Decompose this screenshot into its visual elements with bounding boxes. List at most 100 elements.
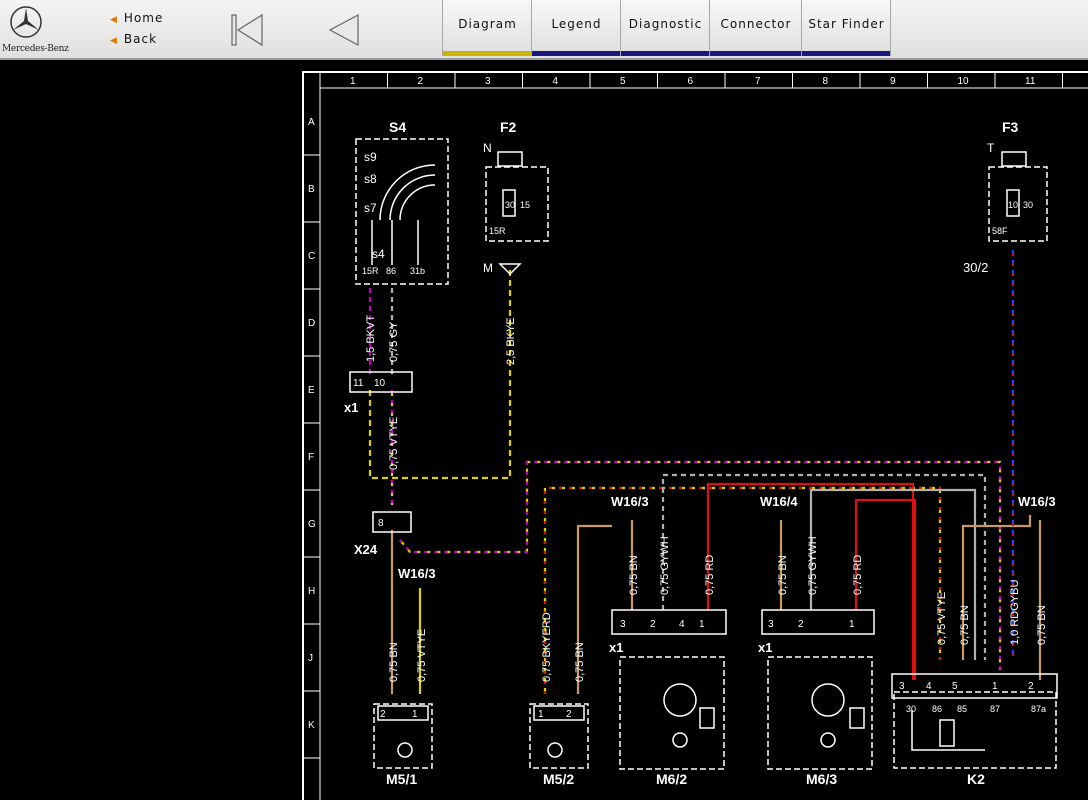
x24-label: X24 (354, 542, 378, 557)
home-label: Home (123, 11, 164, 25)
m6-3-pin: 3 (768, 619, 774, 630)
wire-label: 0,75 BN (628, 555, 640, 595)
wire-label: 0,75 BN (388, 642, 400, 682)
wiring-diagram[interactable]: 1 2 3 4 5 6 7 8 9 10 11 ABCDEFGHJK S4 s9… (0, 60, 1088, 800)
f2-pin-30: 30 (505, 200, 515, 210)
row-label: K (308, 720, 315, 731)
row-label: A (308, 117, 315, 128)
wire-label: 0,75 RD (852, 555, 864, 595)
motor-m6-2[interactable] (611, 609, 727, 770)
wire-label: 0,75 VTYE (388, 417, 400, 470)
motor-m6-3[interactable] (761, 609, 875, 770)
s4-pin-15r: 15R (362, 266, 379, 276)
column-label: 9 (890, 76, 896, 87)
x1-pin-10: 10 (374, 378, 386, 389)
tab-connector[interactable]: Connector (709, 0, 802, 56)
f2-pin-m: M (483, 261, 493, 275)
column-label: 6 (688, 76, 694, 87)
wire-label: 0,75 BN (959, 605, 971, 645)
tab-connector-label: Connector (720, 17, 792, 31)
f2-label: F2 (500, 119, 517, 135)
k2-terminal: 87a (1031, 704, 1046, 714)
w16-3-ground-label: W16/3 (1018, 494, 1056, 509)
m5-2-pin: 1 (538, 709, 544, 720)
wire-label: 1,5 BKVT (365, 315, 377, 362)
column-label: 10 (958, 76, 970, 87)
m6-2-pin: 3 (620, 619, 626, 630)
m5-1-pin: 1 (412, 709, 418, 720)
wire-label: 0,75 VTYE (416, 629, 428, 682)
s4-pin-86: 86 (386, 266, 396, 276)
k2-pin: 2 (1028, 681, 1034, 692)
tab-legend[interactable]: Legend (531, 0, 621, 56)
k2-pin: 4 (926, 681, 932, 692)
m6-3-pin: 2 (798, 619, 804, 630)
wire-label: 0,75 BN (574, 642, 586, 682)
tab-indicator (802, 51, 891, 56)
f2-pin-n: N (483, 141, 492, 155)
k2-terminal: 87 (990, 704, 1000, 714)
tab-diagram[interactable]: Diagram (442, 0, 532, 56)
column-label: 8 (823, 76, 829, 87)
f3-pin-30: 30 (1023, 200, 1033, 210)
m5-2-pin: 2 (566, 709, 572, 720)
w16-4-ground-label: W16/4 (760, 494, 798, 509)
x24-pin-8: 8 (378, 518, 384, 529)
tab-diagnostic-label: Diagnostic (628, 17, 703, 31)
home-link[interactable]: ◀ Home (110, 11, 163, 25)
x1-label: x1 (344, 400, 358, 415)
mercedes-star-icon (10, 6, 42, 38)
brand-name: Mercedes-Benz (2, 44, 69, 54)
tab-diagram-label: Diagram (458, 17, 517, 31)
tab-indicator (532, 51, 621, 56)
s4-s7: s7 (364, 201, 377, 215)
column-label: 5 (620, 76, 626, 87)
fuse-f2[interactable] (485, 151, 549, 276)
f3-pin-10: 10 (1008, 200, 1018, 210)
back-link[interactable]: ◀ Back (110, 32, 157, 46)
tab-star-finder-label: Star Finder (808, 17, 885, 31)
wire-label: 0,75 BKYERD (541, 612, 553, 682)
f3-label: F3 (1002, 119, 1019, 135)
column-ruler: 1 2 3 4 5 6 7 8 9 10 11 (350, 72, 1063, 88)
m5-1-label: M5/1 (386, 771, 417, 787)
k2-pin: 5 (952, 681, 958, 692)
back-label: Back (123, 32, 158, 46)
first-page-button[interactable] (226, 10, 268, 50)
m6-2-label: M6/2 (656, 771, 687, 787)
k2-terminal: 86 (932, 704, 942, 714)
skip-to-first-icon (231, 13, 263, 47)
previous-page-button[interactable] (324, 10, 366, 50)
column-label: 11 (1025, 76, 1036, 87)
k2-pin: 3 (899, 681, 905, 692)
k2-pin: 1 (992, 681, 998, 692)
m6-3-label: M6/3 (806, 771, 837, 787)
f2-pin-15r: 15R (489, 226, 506, 236)
chevron-right-icon: ◀ (110, 36, 118, 46)
row-label: H (308, 586, 315, 597)
tab-star-finder[interactable]: Star Finder (801, 0, 891, 56)
m6-2-connector-label: x1 (609, 640, 623, 655)
wire-label: 0,75 BN (777, 555, 789, 595)
column-label: 2 (418, 76, 424, 87)
row-label: E (308, 385, 315, 396)
wire-label: 0,75 GYWH (807, 536, 819, 595)
column-label: 4 (553, 76, 559, 87)
s4-label: S4 (389, 119, 406, 135)
tab-indicator (710, 51, 802, 56)
f3-pin-58f: 58F (992, 226, 1008, 236)
m6-2-pin: 2 (650, 619, 656, 630)
f2-pin-15: 15 (520, 200, 530, 210)
wire-label: 0,75 RD (704, 555, 716, 595)
tab-diagnostic[interactable]: Diagnostic (620, 0, 710, 56)
wire-label: 1,0 RDGYBU (1009, 580, 1021, 645)
row-label: J (308, 653, 313, 664)
s4-s4: s4 (372, 247, 385, 261)
x1-pin-11: 11 (353, 378, 364, 389)
m6-3-connector-label: x1 (758, 640, 772, 655)
m6-2-pin: 4 (679, 619, 685, 630)
row-label: D (308, 318, 315, 329)
row-label: B (308, 184, 315, 195)
mercedes-benz-logo: Mercedes-Benz (0, 2, 96, 56)
s4-pin-31b: 31b (410, 266, 425, 276)
